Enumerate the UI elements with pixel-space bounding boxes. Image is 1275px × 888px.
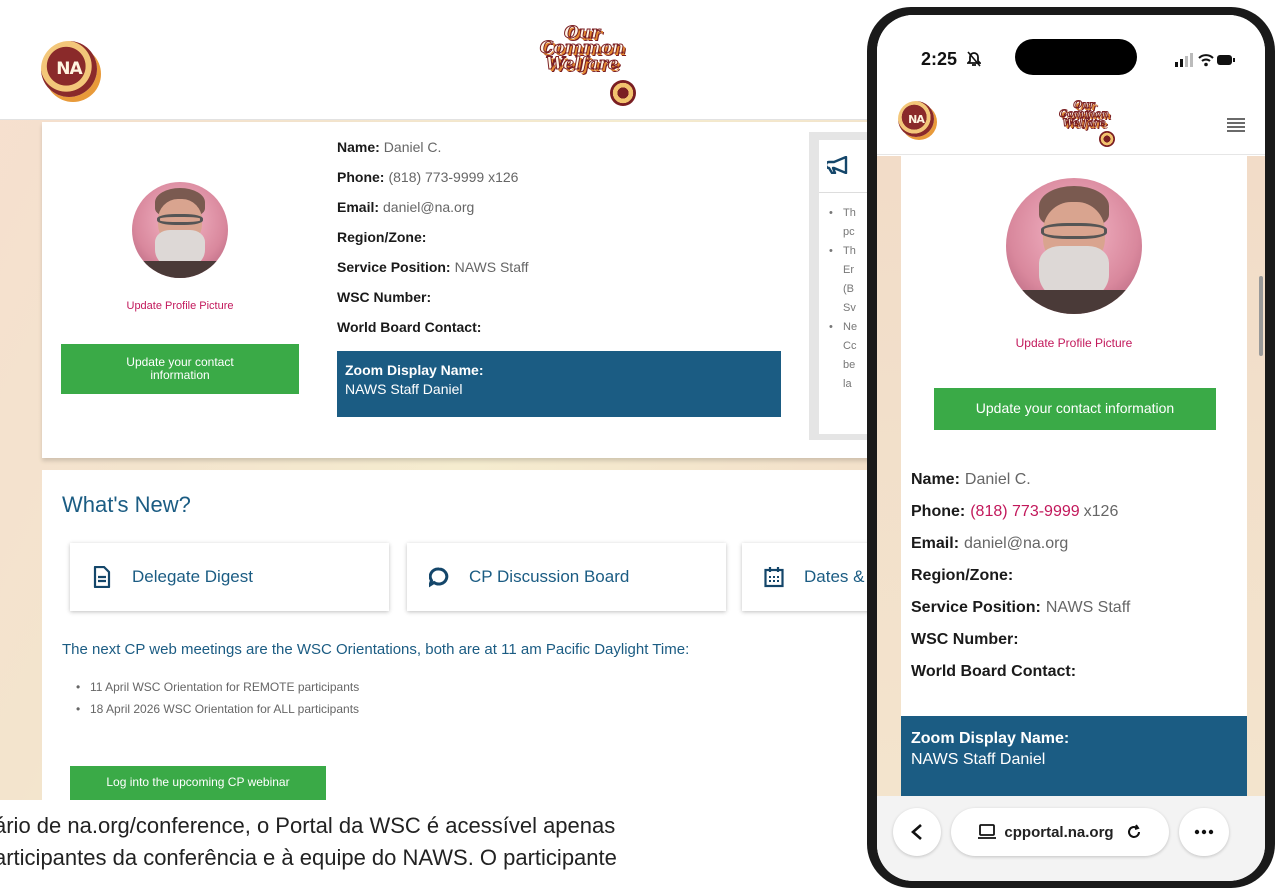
zoom-display-value: NAWS Staff Daniel bbox=[345, 381, 463, 397]
reload-icon[interactable] bbox=[1126, 824, 1142, 840]
page-settings-icon bbox=[978, 824, 997, 839]
card-label: CP Discussion Board bbox=[469, 567, 630, 586]
status-time: 2:25 bbox=[921, 49, 958, 69]
announcement-list: • Th pc • Th Er (B Sv • Ne Cc be la bbox=[829, 204, 857, 394]
info-row-service-position: Service Position: NAWS Staff bbox=[911, 599, 1131, 616]
meetings-list: • 11 April WSC Orientation for REMOTE par… bbox=[76, 676, 359, 720]
announcement-item: • Th pc bbox=[829, 207, 856, 238]
update-profile-picture-link[interactable]: Update Profile Picture bbox=[974, 336, 1174, 350]
announcement-item: • Ne Cc be la bbox=[829, 321, 858, 390]
info-row-wsc-number: WSC Number: bbox=[337, 289, 432, 305]
na-logo[interactable]: NA bbox=[41, 41, 97, 97]
webinar-button-label: Log into the upcoming CP webinar bbox=[106, 775, 290, 790]
address-bar[interactable]: cpportal.na.org bbox=[951, 808, 1169, 856]
cp-webinar-login-button[interactable]: Log into the upcoming CP webinar bbox=[70, 766, 326, 800]
info-row-phone: Phone: (818) 773-9999 x126 bbox=[337, 169, 519, 185]
info-row-world-board-contact: World Board Contact: bbox=[337, 319, 482, 335]
phone-frame: 2:25 NA Our Common Welfare Update Profil… bbox=[867, 7, 1275, 888]
zoom-display-name-box: Zoom Display Name: NAWS Staff Daniel bbox=[337, 351, 781, 417]
contact-info-list: Name: Daniel C. Phone: (818) 773-9999 x126 … bbox=[911, 464, 1130, 688]
page-scrollbar[interactable] bbox=[1259, 276, 1263, 356]
mobile-page-body: Update Profile Picture Update your conta… bbox=[877, 156, 1265, 796]
card-label: Dates & bbox=[804, 567, 865, 586]
zoom-display-name-box: Zoom Display Name: NAWS Staff Daniel bbox=[901, 716, 1247, 796]
cp-discussion-board-card[interactable]: CP Discussion Board bbox=[407, 543, 726, 611]
zoom-display-value: NAWS Staff Daniel bbox=[911, 751, 1046, 768]
mobile-profile-card: Update Profile Picture Update your conta… bbox=[901, 156, 1247, 796]
update-profile-picture-link[interactable]: Update Profile Picture bbox=[102, 300, 258, 312]
info-row-region: Region/Zone: bbox=[337, 229, 427, 245]
zoom-display-label: Zoom Display Name: bbox=[345, 362, 484, 378]
next-meetings-heading: The next CP web meetings are the WSC Ori… bbox=[62, 641, 690, 658]
na-logo[interactable]: NA bbox=[898, 101, 934, 137]
zoom-display-label: Zoom Display Name: bbox=[911, 730, 1070, 747]
desktop-screenshot: NA Our Common Welfare Update Profile Pic… bbox=[0, 0, 870, 800]
info-row-phone: Phone: (818) 773-9999 x126 bbox=[911, 503, 1119, 521]
do-not-disturb-icon bbox=[967, 51, 981, 67]
chevron-left-icon bbox=[911, 824, 922, 840]
chat-bubble-icon bbox=[429, 567, 449, 588]
dates-card[interactable]: Dates & bbox=[742, 543, 870, 611]
info-row-wsc-number: WSC Number: bbox=[911, 631, 1019, 648]
more-options-button[interactable] bbox=[1179, 808, 1229, 856]
back-button[interactable] bbox=[893, 808, 941, 856]
info-row-name: Name: Daniel C. bbox=[911, 471, 1031, 488]
phone-link[interactable]: (818) 773-9999 bbox=[970, 503, 1079, 521]
hamburger-menu-icon[interactable] bbox=[1227, 117, 1245, 133]
ellipsis-icon bbox=[1194, 829, 1214, 835]
info-row-region: Region/Zone: bbox=[911, 567, 1014, 584]
caption-text: ário de na.org/conference, o Portal da W… bbox=[0, 810, 870, 874]
signal-wifi-battery-icon bbox=[1175, 53, 1235, 67]
our-common-welfare-logo[interactable]: Our Common Welfare bbox=[526, 24, 638, 106]
calendar-icon bbox=[764, 567, 784, 588]
info-row-service-position: Service Position: NAWS Staff bbox=[337, 259, 529, 275]
announcement-item: • Th Er (B Sv bbox=[829, 245, 856, 314]
info-row-name: Name: Daniel C. bbox=[337, 139, 442, 155]
announcements-panel: • Th pc • Th Er (B Sv • Ne Cc be la bbox=[809, 132, 870, 440]
mobile-site-header: NA Our Common Welfare bbox=[877, 95, 1265, 155]
logo-badge-icon bbox=[610, 80, 636, 106]
update-contact-button[interactable]: Update your contact information bbox=[934, 388, 1216, 430]
our-common-welfare-logo[interactable]: Our Common Welfare bbox=[1051, 100, 1117, 147]
contact-info-list: Name: Daniel C. Phone: (818) 773-9999 x126… bbox=[337, 132, 529, 342]
site-header: NA Our Common Welfare bbox=[0, 0, 870, 120]
caption-line: articipantes da conferência e à equipe d… bbox=[0, 845, 617, 870]
info-row-email: Email: daniel@na.org bbox=[337, 199, 475, 215]
caption-line: ário de na.org/conference, o Portal da W… bbox=[0, 813, 616, 838]
avatar bbox=[132, 182, 228, 278]
update-contact-button[interactable]: Update your contact information bbox=[61, 344, 299, 394]
meeting-item: • 11 April WSC Orientation for REMOTE par… bbox=[76, 680, 360, 694]
info-row-world-board-contact: World Board Contact: bbox=[911, 663, 1077, 680]
status-bar: 2:25 bbox=[877, 15, 1265, 95]
phone-screen: 2:25 NA Our Common Welfare Update Profil… bbox=[877, 15, 1265, 881]
update-contact-label: Update your contact information bbox=[975, 400, 1175, 417]
whats-new-title: What's New? bbox=[62, 492, 191, 517]
avatar bbox=[1006, 178, 1142, 314]
meeting-item: • 18 April 2026 WSC Orientation for ALL p… bbox=[76, 702, 360, 716]
info-row-email: Email: daniel@na.org bbox=[911, 535, 1069, 552]
megaphone-icon bbox=[827, 156, 848, 174]
browser-toolbar: cpportal.na.org bbox=[877, 796, 1265, 881]
whats-new-section: What's New? Delegate Digest CP Discussio… bbox=[42, 470, 870, 800]
dynamic-island bbox=[1015, 39, 1137, 75]
profile-card: Update Profile Picture Update your conta… bbox=[42, 122, 870, 458]
url-text: cpportal.na.org bbox=[1004, 823, 1114, 841]
logo-word: Welfare bbox=[1062, 118, 1106, 129]
update-contact-label: Update your contact information bbox=[126, 354, 234, 382]
card-label: Delegate Digest bbox=[132, 567, 253, 586]
delegate-digest-card[interactable]: Delegate Digest bbox=[70, 543, 389, 611]
logo-badge-icon bbox=[1099, 131, 1115, 147]
document-icon bbox=[93, 566, 111, 588]
logo-word: Welfare bbox=[545, 53, 619, 74]
